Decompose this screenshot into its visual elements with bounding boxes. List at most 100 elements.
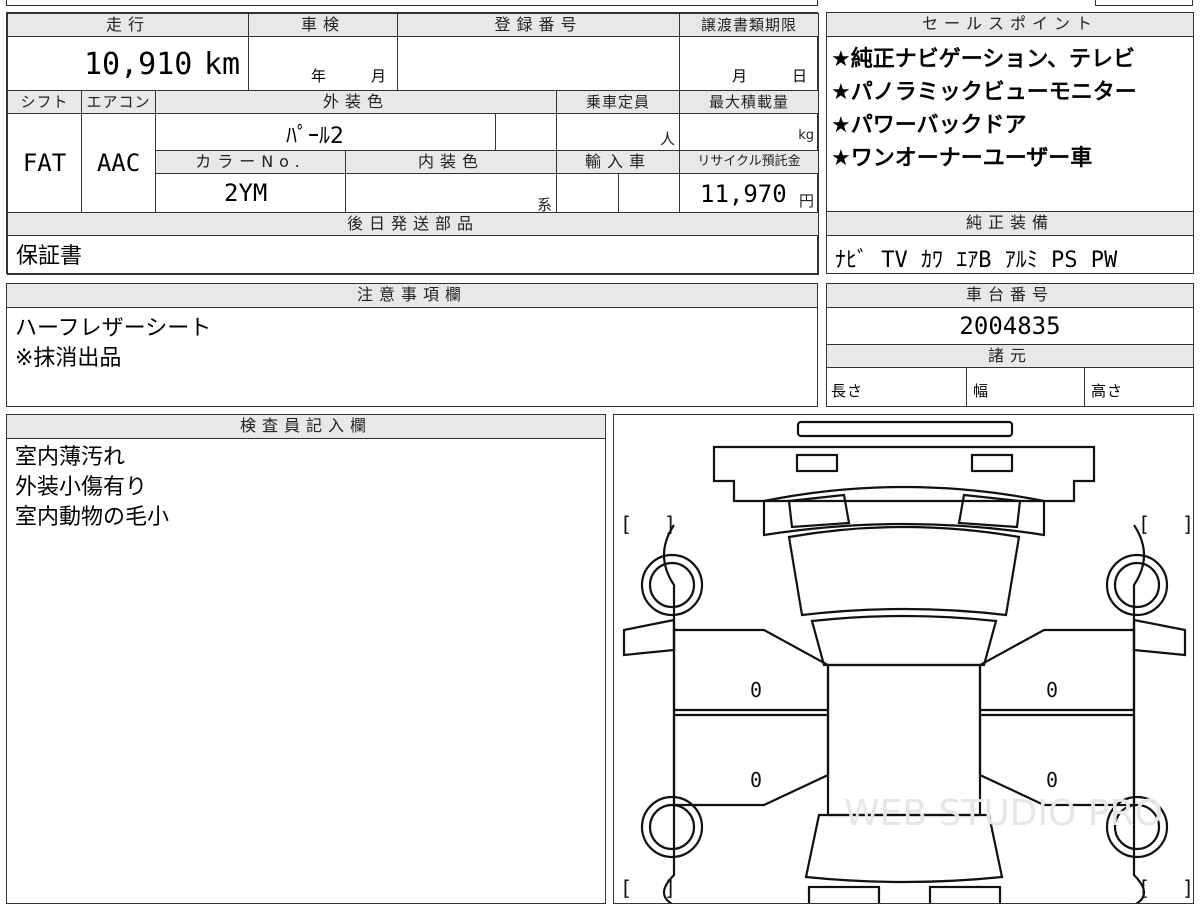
front-left-wheel-inner (648, 561, 696, 609)
capacity-cell: 人 (556, 113, 680, 151)
vehicle-info-grid: 走行 車検 登録番号 譲渡書類期限 10,910 km 年 月 月 日 シフト … (6, 12, 819, 275)
left-mirror (622, 618, 676, 657)
sales-points-list: ★純正ナビゲーション、テレビ ★パノラミックビューモニター ★パワーバックドア … (831, 43, 1137, 175)
bracket-label: [ (620, 512, 632, 536)
inspection-year-label: 年 (311, 67, 328, 85)
windshield (787, 525, 1021, 617)
factory-equipment-value: ﾅﾋﾞ TV ｶﾜ ｴｱB ｱﾙﾐ PS PW (835, 248, 1118, 273)
shift-value: FAT (7, 113, 82, 213)
inspector-line: 室内薄汚れ (15, 445, 126, 470)
registration-header: 登録番号 (397, 13, 680, 37)
note-line: ※抹消出品 (15, 346, 122, 371)
sales-point-item: ★純正ナビゲーション、テレビ (831, 47, 1135, 72)
exterior-color-header: 外装色 (155, 90, 557, 114)
recycle-fee-unit: 円 (798, 192, 814, 210)
inspection-header: 車検 (248, 13, 398, 37)
recycle-fee-header: リサイクル預託金 (679, 150, 819, 174)
spec-height: 高さ (1091, 382, 1124, 400)
exterior-color-extra (495, 113, 557, 151)
interior-color-header: 内装色 (345, 150, 557, 174)
sales-point-item: ★ワンオーナーユーザー車 (831, 146, 1093, 171)
inspector-line: 室内動物の毛小 (15, 505, 170, 530)
registration-value (397, 36, 680, 91)
inspection-month-label: 月 (371, 67, 388, 85)
max-load-cell: kg (679, 113, 819, 151)
aircon-value: AAC (81, 113, 156, 213)
color-no-header: カラーNo. (155, 150, 346, 174)
sales-points-header: セールスポイント (827, 13, 1193, 37)
color-no-value: 2YM (224, 179, 268, 207)
bracket-label: [ (1138, 512, 1150, 536)
rear-right-light (928, 885, 1002, 903)
mileage-cell: 10,910 km (7, 36, 249, 91)
sales-point-item: ★パノラミックビューモニター (831, 80, 1137, 105)
factory-equipment-panel: 純正装備 ﾅﾋﾞ TV ｶﾜ ｴｱB ｱﾙﾐ PS PW (826, 211, 1194, 274)
headlight-left (787, 493, 851, 529)
exterior-color-value: ﾊﾟｰﾙ2 (286, 124, 344, 149)
notes-lines: ハーフレザーシート ※抹消出品 (15, 314, 211, 374)
notes-header: 注意事項欄 (7, 284, 817, 308)
max-load-unit: kg (798, 128, 814, 143)
top-strip-right (1095, 0, 1193, 6)
sales-points-panel: セールスポイント ★純正ナビゲーション、テレビ ★パノラミックビューモニター ★… (826, 12, 1194, 212)
recycle-fee-cell: 11,970 円 (679, 173, 819, 213)
later-parts-value: 保証書 (7, 235, 819, 275)
color-no-cell: 2YM (155, 173, 346, 213)
bracket-label: ] (664, 512, 676, 536)
transfer-deadline-cell: 月 日 (679, 36, 819, 91)
front-right-wheel-inner (1113, 561, 1161, 609)
shift-header: シフト (7, 90, 82, 114)
sales-point-item: ★パワーバックドア (831, 113, 1027, 138)
zero-marker: 0 (750, 678, 762, 702)
bracket-label: ] (664, 876, 676, 900)
watermark: WEB STUDIO PRO (844, 793, 1163, 834)
spec-length: 長さ (827, 368, 967, 406)
front-bumper-bar (796, 420, 1014, 438)
roof-front (810, 614, 998, 667)
chassis-no-value: 2004835 (959, 312, 1061, 340)
inspector-header: 検査員記入欄 (7, 415, 605, 439)
mileage-unit: km (204, 47, 241, 82)
bracket-label: [ (620, 876, 632, 900)
recycle-fee-value: 11,970 (700, 180, 787, 208)
import-cell-a (556, 173, 619, 213)
notes-panel: 注意事項欄 ハーフレザーシート ※抹消出品 (6, 283, 818, 407)
front-right-light (970, 453, 1014, 473)
later-parts-header: 後日発送部品 (7, 212, 819, 236)
car-diagram-panel: [ ] [ ] [ ] [ ] 0 0 0 0 WEB STUDIO PRO (613, 414, 1194, 904)
capacity-header: 乗車定員 (556, 90, 680, 114)
mileage-header: 走行 (7, 13, 249, 37)
inspector-line: 外装小傷有り (15, 475, 148, 500)
import-cell-b (618, 173, 680, 213)
max-load-header: 最大積載量 (679, 90, 819, 114)
transfer-deadline-header: 譲渡書類期限 (679, 13, 819, 37)
zero-marker: 0 (1046, 678, 1058, 702)
car-diagram: [ ] [ ] [ ] [ ] 0 0 0 0 WEB STUDIO PRO (620, 420, 1194, 903)
mileage-value: 10,910 (84, 47, 193, 82)
transfer-day-label: 日 (792, 67, 809, 85)
spec-width: 幅 (967, 368, 1085, 406)
capacity-unit: 人 (659, 130, 675, 148)
interior-color-cell: 系 (345, 173, 557, 214)
note-line: ハーフレザーシート (15, 316, 212, 341)
top-strip (6, 0, 818, 6)
inspector-lines: 室内薄汚れ 外装小傷有り 室内動物の毛小 (15, 443, 169, 533)
bracket-label: ] (1182, 512, 1194, 536)
inspection-cell: 年 月 (248, 36, 398, 91)
front-bumper (712, 445, 1096, 503)
exterior-color-cell: ﾊﾟｰﾙ2 (155, 113, 496, 151)
right-body-line (1132, 524, 1146, 903)
zero-marker: 0 (1046, 768, 1058, 792)
factory-equipment-header: 純正装備 (827, 212, 1193, 236)
rear-left-wheel-inner (648, 803, 696, 851)
bracket-label: [ (1138, 876, 1150, 900)
aircon-header: エアコン (81, 90, 156, 114)
right-mirror (1132, 618, 1187, 657)
zero-marker: 0 (750, 768, 762, 792)
chassis-no-header: 車台番号 (827, 284, 1193, 308)
front-left-light (795, 453, 839, 473)
headlight-right (957, 493, 1022, 529)
import-header: 輸入車 (556, 150, 680, 174)
specs-header: 諸元 (827, 344, 1193, 368)
transfer-month-label: 月 (732, 67, 749, 85)
